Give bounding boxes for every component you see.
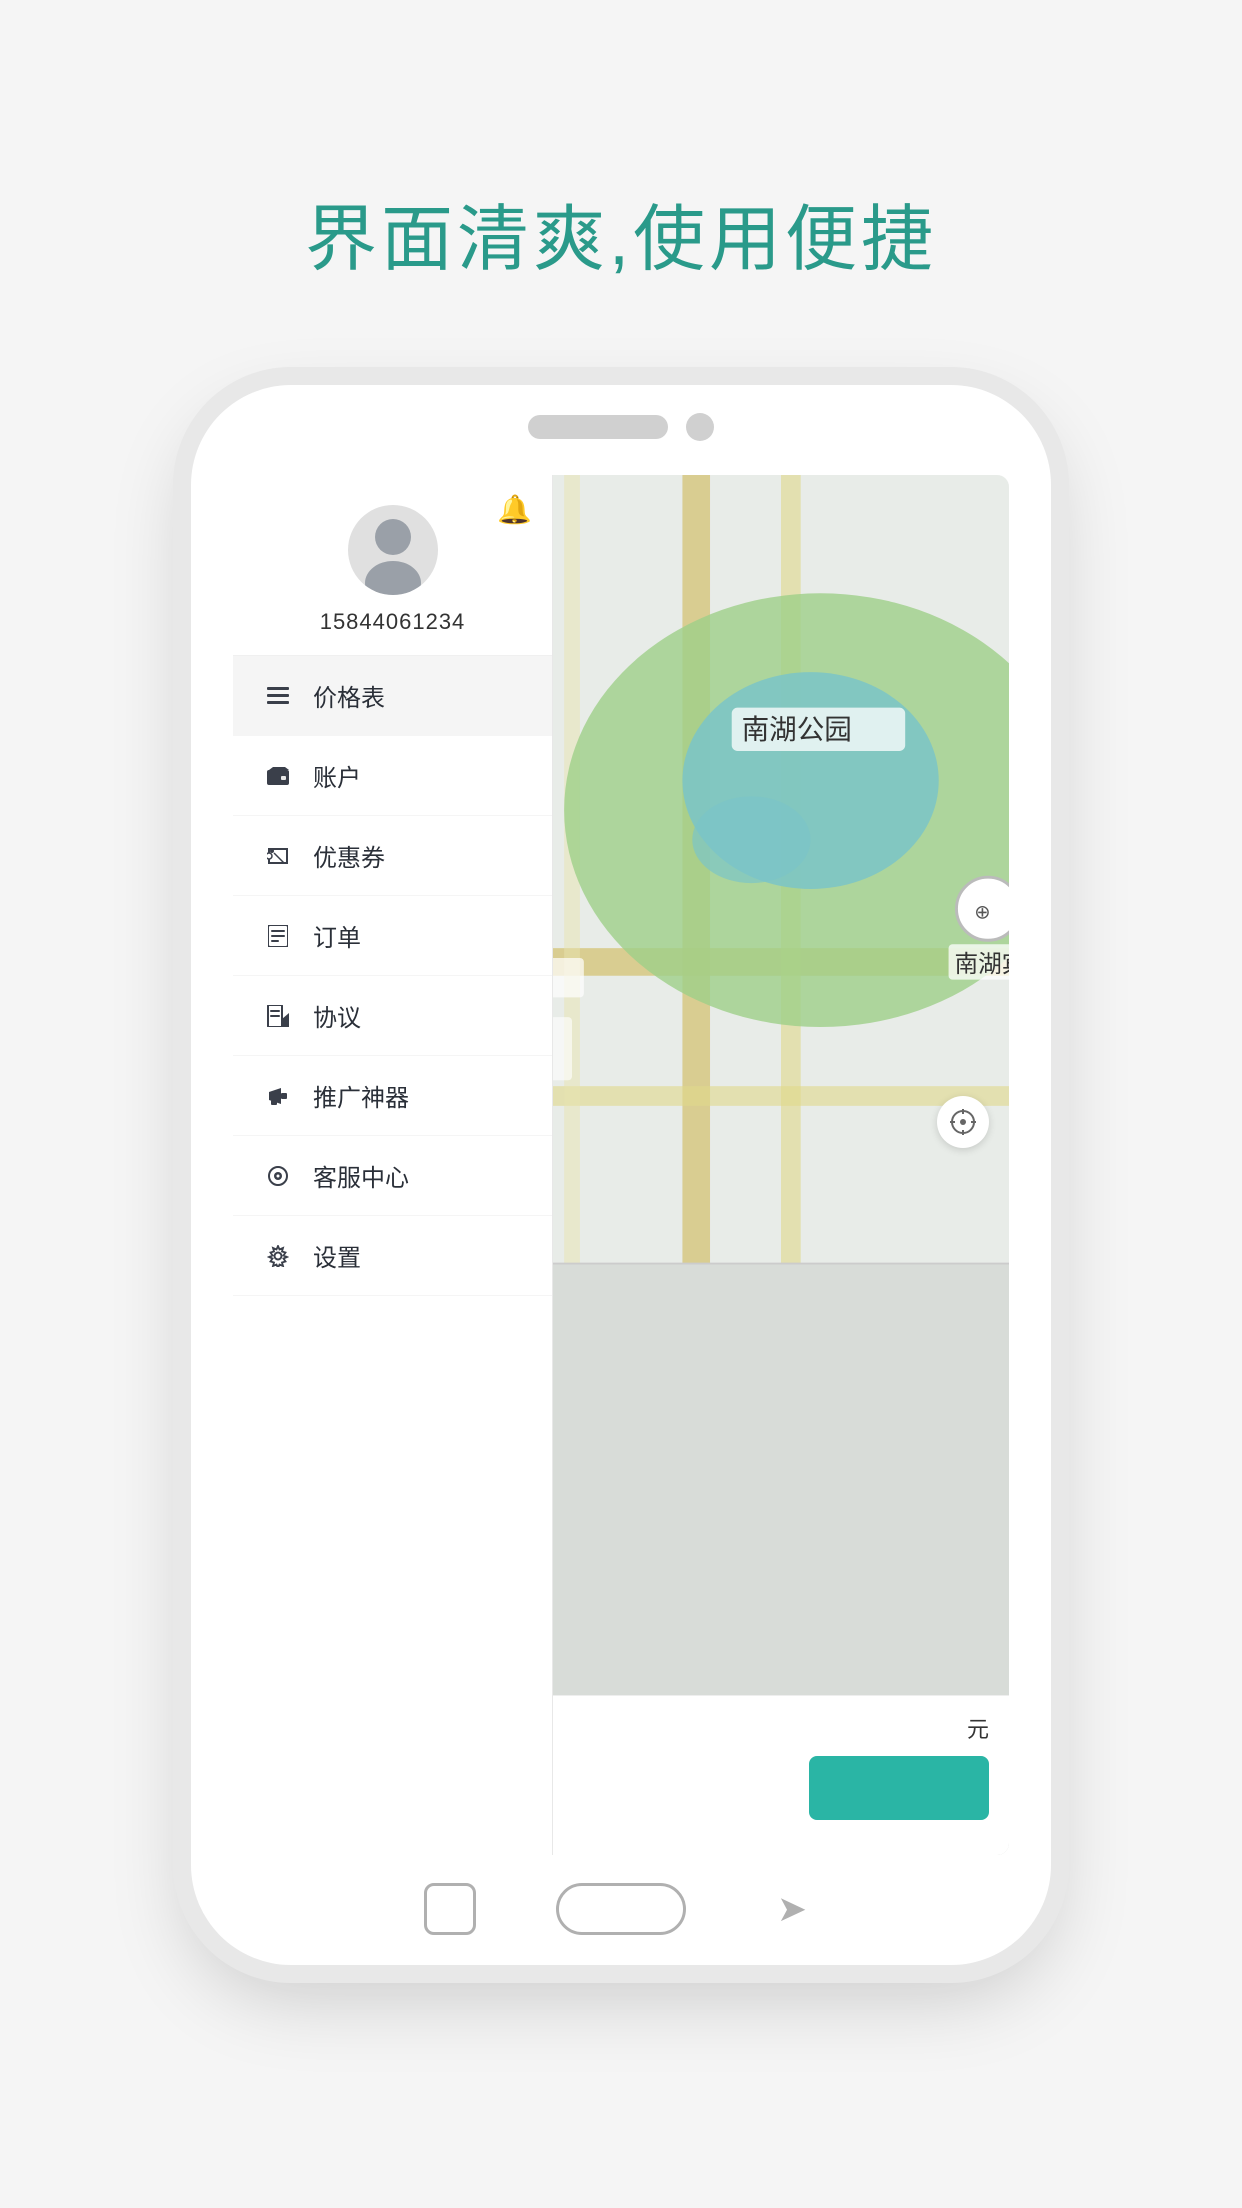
sidebar-item-price-list[interactable]: 价格表 xyxy=(233,656,552,736)
promo-icon xyxy=(261,1079,295,1113)
phone-camera xyxy=(686,413,714,441)
location-button[interactable] xyxy=(937,1096,989,1148)
svg-text:南湖公园: 南湖公园 xyxy=(742,714,852,745)
coupon-label: 优惠券 xyxy=(313,838,385,873)
agreement-label: 协议 xyxy=(313,998,361,1033)
app-content: 🔔 15844061234 xyxy=(233,475,1009,1855)
price-text: 元 xyxy=(967,1712,989,1744)
svg-text:南湖宾馆: 南湖宾馆 xyxy=(954,951,1009,978)
promo-label: 推广神器 xyxy=(313,1078,409,1113)
order-icon xyxy=(261,919,295,953)
sidebar-drawer: 🔔 15844061234 xyxy=(233,475,553,1855)
phone-nav-recent[interactable] xyxy=(424,1883,476,1935)
sidebar-menu: 价格表 账户 xyxy=(233,656,552,1855)
sidebar-item-promo[interactable]: 推广神器 xyxy=(233,1056,552,1136)
map-area: 专车 xyxy=(553,475,1009,1855)
sidebar-item-settings[interactable]: 设置 xyxy=(233,1216,552,1296)
sidebar-item-service[interactable]: 客服中心 xyxy=(233,1136,552,1216)
price-list-label: 价格表 xyxy=(313,678,385,713)
settings-icon xyxy=(261,1239,295,1273)
sidebar-item-account[interactable]: 账户 xyxy=(233,736,552,816)
page-headline: 界面清爽,使用便捷 xyxy=(305,180,937,285)
bell-icon[interactable]: 🔔 xyxy=(497,493,532,526)
list-icon xyxy=(261,679,295,713)
settings-label: 设置 xyxy=(313,1238,361,1273)
svg-text:⊕: ⊕ xyxy=(974,902,991,924)
agreement-icon xyxy=(261,999,295,1033)
sidebar-item-agreement[interactable]: 协议 xyxy=(233,976,552,1056)
sidebar-item-coupon[interactable]: 优惠券 xyxy=(233,816,552,896)
booking-panel: 元 xyxy=(553,1695,1009,1855)
phone-nav-back[interactable]: ➤ xyxy=(766,1883,818,1935)
book-button[interactable] xyxy=(809,1756,989,1820)
coupon-icon xyxy=(261,839,295,873)
phone-screen: 🔔 15844061234 xyxy=(233,475,1009,1855)
user-phone-number: 15844061234 xyxy=(320,609,466,635)
phone-mockup: 🔔 15844061234 xyxy=(191,385,1051,1965)
wallet-icon xyxy=(261,759,295,793)
service-label: 客服中心 xyxy=(313,1158,409,1193)
avatar xyxy=(348,505,438,595)
phone-nav-home[interactable] xyxy=(556,1883,686,1935)
phone-top-bar xyxy=(528,413,714,441)
sidebar-item-order[interactable]: 订单 xyxy=(233,896,552,976)
phone-bottom-bar: ➤ xyxy=(424,1883,818,1935)
order-label: 订单 xyxy=(313,918,361,953)
account-label: 账户 xyxy=(313,758,361,793)
service-icon xyxy=(261,1159,295,1193)
phone-speaker xyxy=(528,415,668,439)
sidebar-header: 🔔 15844061234 xyxy=(233,475,552,656)
